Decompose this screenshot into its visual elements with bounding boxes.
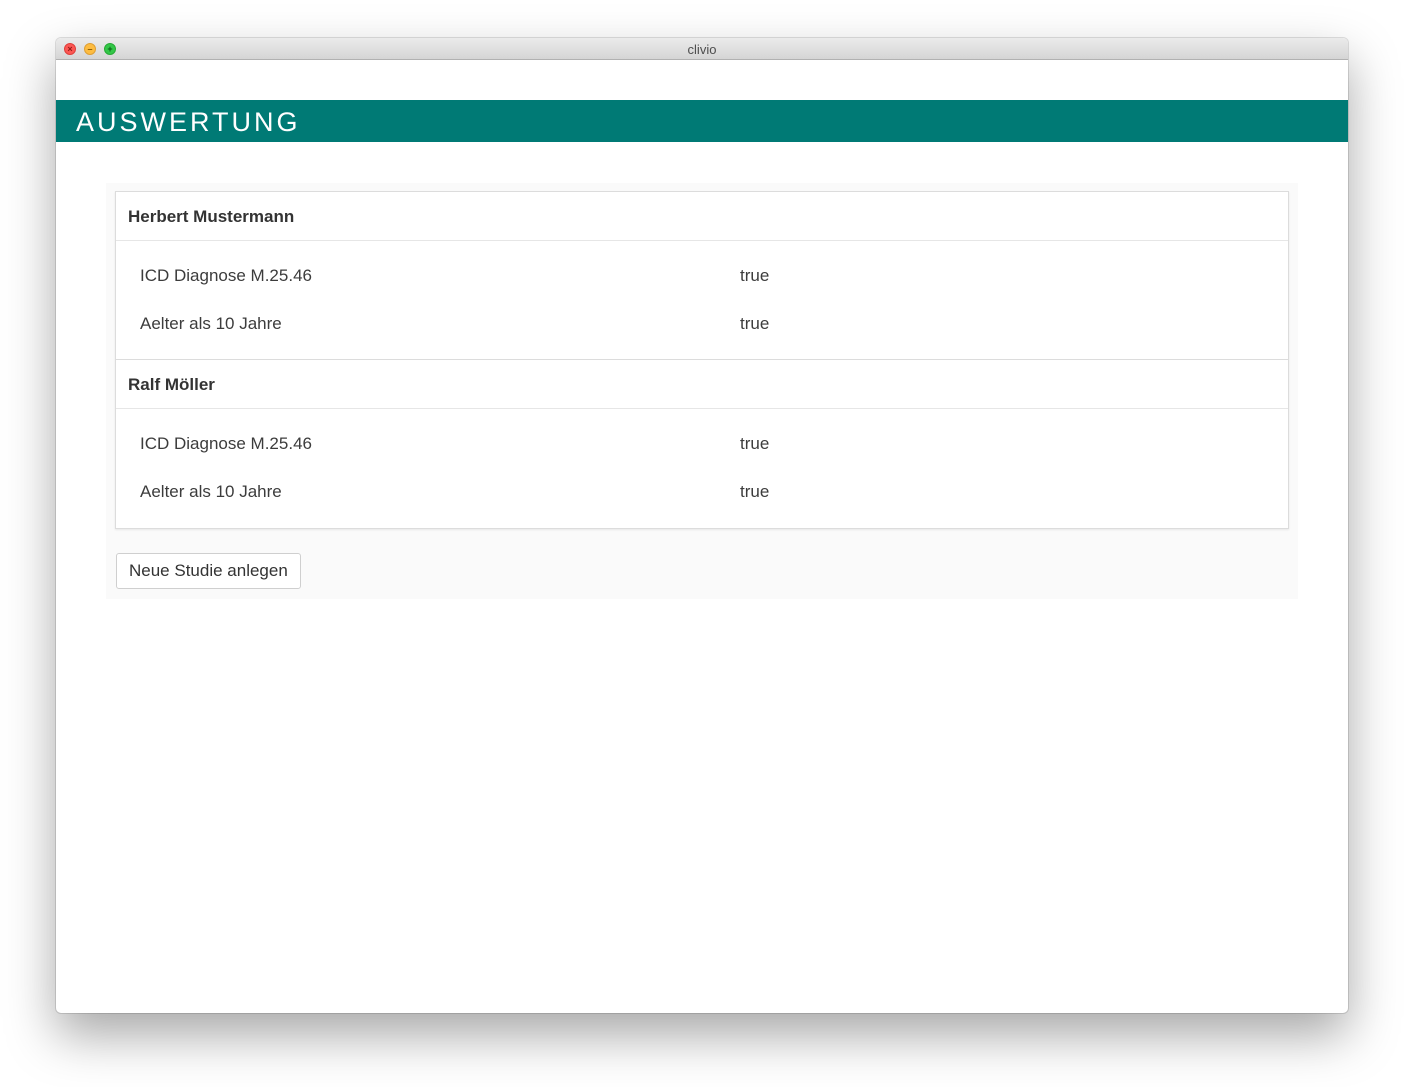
criterion-row: ICD Diagnose M.25.46 true (116, 420, 1288, 468)
criterion-label: ICD Diagnose M.25.46 (140, 434, 312, 453)
zoom-window-icon[interactable]: + (104, 43, 116, 55)
criteria-list: ICD Diagnose M.25.46 true Aelter als 10 … (116, 241, 1288, 359)
close-window-icon[interactable]: × (64, 43, 76, 55)
criterion-row: Aelter als 10 Jahre true (116, 468, 1288, 516)
criterion-value: true (740, 314, 770, 333)
criterion-row: Aelter als 10 Jahre true (116, 300, 1288, 348)
content-panel: Herbert Mustermann ICD Diagnose M.25.46 … (106, 183, 1298, 599)
patient-section: Herbert Mustermann ICD Diagnose M.25.46 … (116, 192, 1288, 359)
desktop: clivio × – + AUSWERTUNG Herbert Musterma… (0, 0, 1404, 1087)
criterion-label: Aelter als 10 Jahre (140, 482, 282, 501)
criterion-label: Aelter als 10 Jahre (140, 314, 282, 333)
criterion-row: ICD Diagnose M.25.46 true (116, 252, 1288, 300)
app-window: clivio × – + AUSWERTUNG Herbert Musterma… (56, 38, 1348, 1013)
criteria-list: ICD Diagnose M.25.46 true Aelter als 10 … (116, 409, 1288, 527)
criterion-value: true (740, 434, 770, 453)
patient-section: Ralf Möller ICD Diagnose M.25.46 true Ae… (116, 359, 1288, 527)
page-title: AUSWERTUNG (76, 107, 301, 137)
minimize-glyph: – (87, 43, 93, 54)
patient-name: Herbert Mustermann (116, 192, 1288, 241)
criterion-value: true (740, 482, 770, 501)
new-study-button[interactable]: Neue Studie anlegen (116, 553, 301, 589)
minimize-window-icon[interactable]: – (84, 43, 96, 55)
app-header-bar: AUSWERTUNG (56, 100, 1348, 142)
criterion-value: true (740, 266, 770, 285)
window-title: clivio (687, 42, 717, 57)
patient-name: Ralf Möller (116, 360, 1288, 409)
results-card: Herbert Mustermann ICD Diagnose M.25.46 … (115, 191, 1289, 529)
window-titlebar[interactable]: clivio × – + (56, 38, 1348, 60)
criterion-label: ICD Diagnose M.25.46 (140, 266, 312, 285)
zoom-glyph: + (107, 43, 113, 54)
close-glyph: × (67, 43, 73, 54)
